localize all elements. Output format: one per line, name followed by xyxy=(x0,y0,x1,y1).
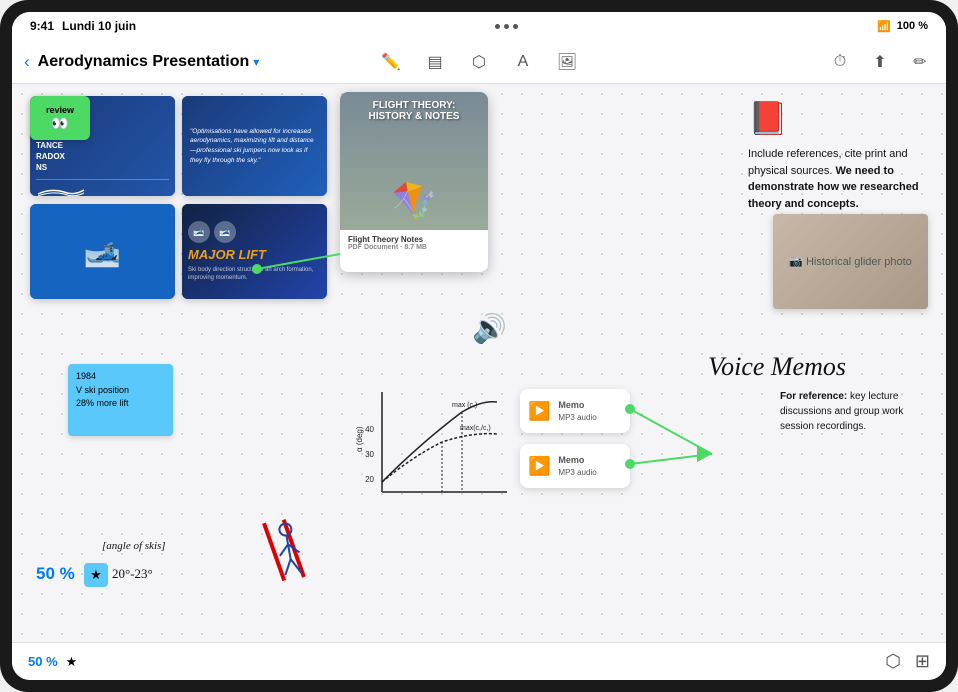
glider-icon: 🪁 xyxy=(392,180,437,222)
insert-icon[interactable]: ⬡ xyxy=(465,48,493,76)
ipad-frame: 9:41 Lundi 10 juin 📶 100 % ‹ Aerodynamic… xyxy=(0,0,958,692)
graph-svg: 20 30 40 α (deg) max (c,) max(c,/c,) xyxy=(352,382,512,512)
slide-line-tance: TANCE xyxy=(36,140,169,151)
play-icon-2[interactable]: ▶️ xyxy=(528,456,550,477)
historical-photo: 📷 Historical glider photo xyxy=(773,214,928,309)
angle-annotation: [angle of skis] xyxy=(102,540,166,552)
toolbar-center: ✏️ ▤ ⬡ A 🖼 xyxy=(377,48,581,76)
memo-card-1[interactable]: ▶️ Memo MP3 audio xyxy=(520,389,630,433)
star-badge[interactable]: ★ xyxy=(84,563,108,587)
share-icon[interactable]: ⬆ xyxy=(866,48,894,76)
slide-major-lift[interactable]: 🎿 🎿 MAJOR LIFT Ski body direction struct… xyxy=(182,204,327,299)
status-center xyxy=(495,24,518,29)
view-icon[interactable]: ▤ xyxy=(421,48,449,76)
star-label: ★ xyxy=(66,654,78,670)
text-note-body: Include references, cite print and physi… xyxy=(748,146,928,212)
book-icon: 📕 xyxy=(748,94,928,142)
status-time: 9:41 xyxy=(30,19,54,33)
memo-2-info: Memo MP3 audio xyxy=(558,454,596,478)
slide-ski-jumper[interactable]: 🎿 xyxy=(30,204,175,299)
canvas-area: review 👀 NS DYNAMICS N SKIS TANCE RADOX … xyxy=(12,84,946,642)
status-right: 📶 100 % xyxy=(877,20,928,33)
pencil-tool-icon[interactable]: ✏️ xyxy=(377,48,405,76)
play-icon-1[interactable]: ▶️ xyxy=(528,401,550,422)
title-area: Aerodynamics Presentation ▾ xyxy=(38,53,260,71)
graph-area: 20 30 40 α (deg) max (c,) max(c,/c,) xyxy=(352,382,512,512)
text-icon[interactable]: A xyxy=(509,48,537,76)
slide-2-content: "Optimisations have allowed for increase… xyxy=(182,96,327,196)
flight-theory-card[interactable]: FLIGHT THEORY: HISTORY & NOTES 🪁 Flight … xyxy=(340,92,488,272)
slide-line-ns2: NS xyxy=(36,162,169,173)
quote-text: "Optimisations have allowed for increase… xyxy=(190,127,319,166)
voice-memos-title: Voice Memos xyxy=(708,352,846,382)
zoom-percent: 50 % xyxy=(36,564,75,584)
memo-1-info: Memo MP3 audio xyxy=(558,399,596,423)
flight-theory-title: FLIGHT THEORY: HISTORY & NOTES xyxy=(369,100,460,122)
bottom-icons: ⬡ ⊞ xyxy=(885,651,930,672)
memo-card-2[interactable]: ▶️ Memo MP3 audio xyxy=(520,444,630,488)
chevron-down-icon[interactable]: ▾ xyxy=(253,55,259,69)
dot-1 xyxy=(495,24,500,29)
back-button[interactable]: ‹ xyxy=(24,52,30,72)
slide-quote[interactable]: "Optimisations have allowed for increase… xyxy=(182,96,327,196)
star-icon: ★ xyxy=(90,567,102,583)
sticky-content: 1984 V ski position 28% more lift xyxy=(76,370,165,411)
zoom-area: 50 % ★ xyxy=(28,654,77,670)
voice-memo-description: For reference: key lecture discussions a… xyxy=(780,389,928,434)
ipad-screen: 9:41 Lundi 10 juin 📶 100 % ‹ Aerodynamic… xyxy=(12,12,946,680)
blue-sticky-note[interactable]: 1984 V ski position 28% more lift xyxy=(68,364,173,436)
toolbar-left: ‹ Aerodynamics Presentation ▾ xyxy=(24,52,365,72)
document-title: Aerodynamics Presentation xyxy=(38,53,250,71)
historic-glider-desc: 📷 Historical glider photo xyxy=(789,255,912,268)
svg-text:max (c,): max (c,) xyxy=(452,402,477,409)
sound-icon: 🔊 xyxy=(472,312,507,345)
toolbar: ‹ Aerodynamics Presentation ▾ ✏️ ▤ ⬡ A 🖼… xyxy=(12,40,946,84)
dot-3 xyxy=(513,24,518,29)
major-lift-title: MAJOR LIFT xyxy=(188,247,321,262)
status-date: Lundi 10 juin xyxy=(62,19,136,33)
svg-text:max(c,/c,): max(c,/c,) xyxy=(460,425,491,432)
history-icon[interactable]: ⏱ xyxy=(826,48,854,76)
ski-svg xyxy=(233,503,336,597)
svg-text:30: 30 xyxy=(365,450,374,459)
review-eyes-icon: 👀 xyxy=(51,115,68,132)
slide-3-content: 🎿 xyxy=(30,204,175,299)
flight-theory-cover: FLIGHT THEORY: HISTORY & NOTES 🪁 xyxy=(340,92,488,230)
image-icon[interactable]: 🖼 xyxy=(553,48,581,76)
review-label: review xyxy=(46,105,74,115)
flight-theory-filename: Flight Theory Notes PDF Document · 8.7 M… xyxy=(340,230,488,256)
status-left: 9:41 Lundi 10 juin xyxy=(30,19,136,33)
edit-icon[interactable]: ✏ xyxy=(906,48,934,76)
toolbar-right: ⏱ ⬆ ✏ xyxy=(593,48,934,76)
ski-jumper-icon: 🎿 xyxy=(84,234,121,269)
zoom-value: 50 % xyxy=(28,654,58,669)
grid-icon[interactable]: ⊞ xyxy=(915,651,930,672)
slide-line-radox: RADOX xyxy=(36,151,169,162)
hierarchy-icon[interactable]: ⬡ xyxy=(885,651,901,672)
major-lift-desc: Ski body direction structures an arch fo… xyxy=(188,266,321,283)
svg-text:40: 40 xyxy=(365,425,374,434)
text-note: 📕 Include references, cite print and phy… xyxy=(748,94,928,212)
battery-label: 100 % xyxy=(897,20,928,32)
svg-text:α (deg): α (deg) xyxy=(355,426,364,452)
flight-theory-size: PDF Document · 8.7 MB xyxy=(348,244,480,251)
bottom-bar: 50 % ★ ⬡ ⊞ xyxy=(12,642,946,680)
status-bar: 9:41 Lundi 10 juin 📶 100 % xyxy=(12,12,946,40)
review-sticker: review 👀 xyxy=(30,96,90,140)
wifi-icon: 📶 xyxy=(877,20,891,33)
angle-degrees: 20°-23° xyxy=(112,566,153,582)
svg-text:20: 20 xyxy=(365,475,374,484)
slide-4-content: 🎿 🎿 MAJOR LIFT Ski body direction struct… xyxy=(182,204,327,299)
ski-shapes xyxy=(233,503,338,609)
dot-2 xyxy=(504,24,509,29)
